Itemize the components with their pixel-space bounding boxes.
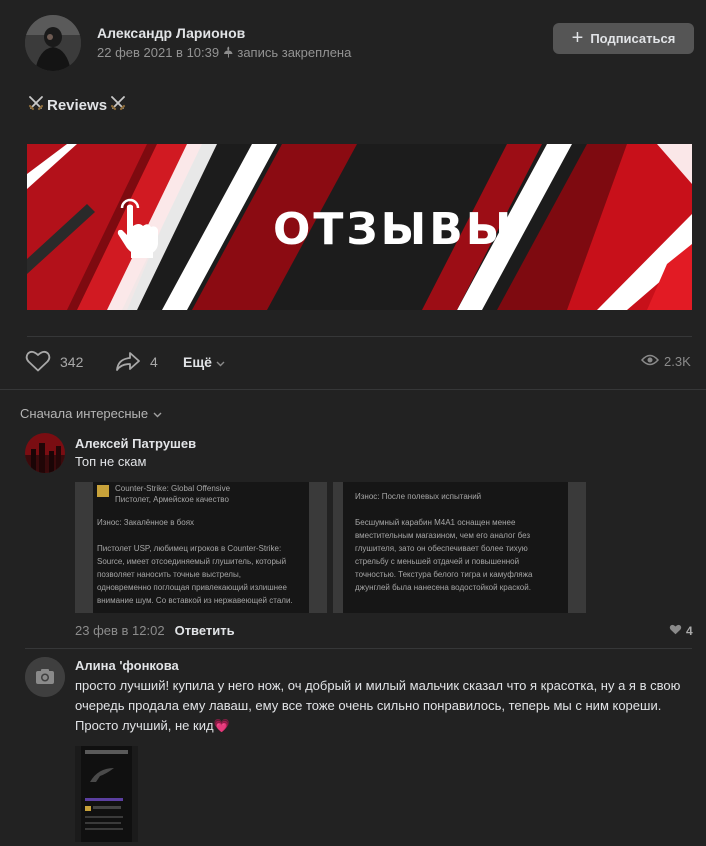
like-button[interactable]: 342 — [25, 347, 83, 377]
author-name[interactable]: Александр Ларионов — [97, 25, 245, 41]
views-count: 2.3K — [664, 354, 691, 369]
subscribe-button[interactable]: + Подписаться — [553, 23, 694, 54]
commenter-name[interactable]: Алексей Патрушев — [75, 436, 196, 451]
subscribe-label: Подписаться — [590, 31, 676, 46]
post-date[interactable]: 22 фев 2021 в 10:39 — [97, 45, 219, 60]
author-avatar[interactable] — [25, 15, 81, 71]
more-label: Ещё — [183, 354, 212, 370]
post-meta: 22 фев 2021 в 10:39 запись закреплена — [97, 44, 351, 60]
knife-icon — [88, 766, 116, 784]
post-title-text: Reviews — [47, 96, 108, 114]
views-counter: 2.3K — [640, 354, 691, 369]
attachment-wear: Износ: После полевых испытаний — [355, 492, 482, 501]
attachment-description: Пистолет USP, любимец игроков в Counter-… — [97, 544, 293, 605]
commenter-avatar[interactable] — [25, 657, 65, 697]
post-title: Reviews — [27, 94, 127, 116]
comment-text: просто лучший! купила у него нож, оч доб… — [75, 676, 695, 736]
divider — [0, 389, 706, 390]
commenter-avatar[interactable] — [25, 433, 65, 473]
like-count: 342 — [60, 354, 84, 370]
comment-attachment-image[interactable]: Counter-Strike: Global Offensive Пистоле… — [75, 482, 327, 613]
attachment-description: Бесшумный карабин M4A1 оснащен менее вме… — [355, 518, 533, 592]
attachment-wear: Износ: Закалённое в боях — [97, 518, 195, 527]
crossed-swords-icon — [109, 94, 127, 116]
comment-attachment-image[interactable]: Износ: После полевых испытаний Бесшумный… — [333, 482, 586, 613]
plus-icon: + — [571, 26, 584, 49]
divider — [25, 648, 692, 649]
chevron-down-icon — [216, 354, 225, 370]
share-count: 4 — [150, 354, 158, 370]
camera-icon — [36, 669, 54, 684]
attachment-subtitle: Пистолет, Армейское качество — [115, 495, 229, 504]
pinned-label: запись закреплена — [237, 45, 352, 61]
heart-icon — [669, 624, 682, 638]
share-button[interactable]: 4 — [115, 347, 158, 377]
csgo-icon — [97, 485, 109, 497]
comment-footer: 23 фев в 12:02 Ответить — [75, 623, 235, 638]
sort-label: Сначала интересные — [20, 406, 149, 421]
pin-icon — [223, 45, 238, 60]
divider — [27, 336, 692, 337]
commenter-name[interactable]: Алина 'фонкова — [75, 658, 179, 673]
comment-date[interactable]: 23 фев в 12:02 — [75, 623, 165, 638]
heart-icon — [25, 350, 51, 375]
heart-emoji: 💗 — [213, 718, 230, 733]
comment-like-button[interactable]: 4 — [669, 624, 693, 638]
comment-attachment-image[interactable] — [75, 746, 138, 842]
comment-like-count: 4 — [686, 624, 693, 638]
post-banner-image[interactable]: ОТЗЫВЫ — [27, 144, 692, 310]
reply-button[interactable]: Ответить — [175, 623, 235, 638]
chevron-down-icon — [153, 406, 162, 421]
comments-sort-dropdown[interactable]: Сначала интересные — [20, 406, 162, 421]
comment-text-body: просто лучший! купила у него нож, оч доб… — [75, 678, 681, 733]
eye-icon — [640, 354, 660, 369]
crossed-swords-icon — [27, 94, 45, 116]
more-button[interactable]: Ещё — [183, 347, 225, 377]
comment-text: Топ не скам — [75, 454, 147, 469]
share-icon — [115, 350, 141, 375]
banner-title: ОТЗЫВЫ — [273, 204, 515, 255]
